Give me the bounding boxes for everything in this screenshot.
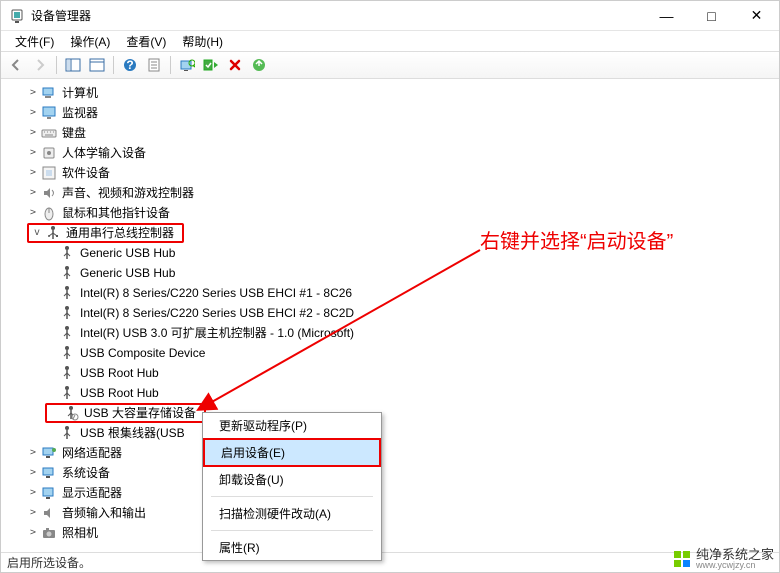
camera-icon [41,525,57,541]
usb-icon [59,345,75,361]
window-title: 设备管理器 [31,7,644,24]
watermark-url: www.ycwjzy.cn [696,561,774,570]
minimize-button[interactable]: — [644,1,689,30]
expander-icon[interactable]: v [31,223,43,243]
usb-icon [59,425,75,441]
tree-item-label[interactable]: 系统设备 [60,463,112,483]
usb-icon [59,245,75,261]
device-manager-icon [9,8,25,24]
expander-icon[interactable]: > [27,523,39,543]
usb-icon [59,385,75,401]
expander-icon[interactable]: > [27,183,39,203]
tree-item-label[interactable]: 鼠标和其他指针设备 [60,203,172,223]
menu-file[interactable]: 文件(F) [7,31,62,52]
usb-icon [59,285,75,301]
tree-item-label[interactable]: USB Root Hub [78,363,161,383]
tree-item-label[interactable]: USB 根集线器(USB [78,423,187,443]
expander-icon[interactable]: > [27,483,39,503]
ctx-separator [211,496,373,497]
sound-icon [41,185,57,201]
ctx-enable-device[interactable]: 启用设备(E) [203,438,381,467]
titlebar: 设备管理器 — □ ✕ [1,1,779,31]
tree-item-label[interactable]: 音频输入和输出 [60,503,148,523]
expander-icon[interactable]: > [27,103,39,123]
tree-item-label[interactable]: 照相机 [60,523,100,543]
expander-icon[interactable]: > [27,163,39,183]
tree-item-label[interactable]: USB Composite Device [78,343,207,363]
tree-item-label[interactable]: Intel(R) 8 Series/C220 Series USB EHCI #… [78,303,356,323]
keyboard-icon [41,125,57,141]
expander-icon[interactable]: > [27,123,39,143]
hid-icon [41,145,57,161]
system-device-icon [41,465,57,481]
properties-button[interactable] [143,54,165,76]
expander-icon[interactable]: > [27,463,39,483]
monitor-icon [41,105,57,121]
usb-storage-icon [63,405,79,421]
scan-hardware-button[interactable] [176,54,198,76]
close-button[interactable]: ✕ [734,1,779,30]
back-button[interactable] [5,54,27,76]
tree-item-label[interactable]: 人体学输入设备 [60,143,148,163]
audio-io-icon [41,505,57,521]
menu-help[interactable]: 帮助(H) [174,31,231,52]
tree-item-label[interactable]: 网络适配器 [60,443,124,463]
expander-icon[interactable]: > [27,203,39,223]
update-driver-button[interactable] [248,54,270,76]
usb-icon [59,365,75,381]
expander-icon[interactable]: > [27,143,39,163]
usb-icon [59,265,75,281]
statusbar-text: 启用所选设备。 [7,554,91,571]
tree-item-label[interactable]: Generic USB Hub [78,263,177,283]
usb-icon [59,325,75,341]
device-tree[interactable]: > 计算机 > 监视器 > 键盘 > 人体学输入设备 > 软件设备 > 声音、视频和游戏控制… [1,79,779,552]
mouse-icon [41,205,57,221]
usb-controller-icon [45,225,61,241]
usb-icon [59,305,75,321]
enable-button[interactable] [200,54,222,76]
tree-item-label[interactable]: 软件设备 [60,163,112,183]
show-hide-tree-button[interactable] [62,54,84,76]
menubar: 文件(F) 操作(A) 查看(V) 帮助(H) [1,31,779,51]
ctx-scan-hardware[interactable]: 扫描检测硬件改动(A) [203,501,381,526]
expander-icon[interactable]: > [27,83,39,103]
tree-item-label[interactable]: 键盘 [60,123,88,143]
tree-item-label[interactable]: 声音、视频和游戏控制器 [60,183,196,203]
tree-item-label[interactable]: 监视器 [60,103,100,123]
software-device-icon [41,165,57,181]
tree-item-label[interactable]: USB 大容量存储设备 [82,403,198,423]
tree-item-label[interactable]: Intel(R) USB 3.0 可扩展主机控制器 - 1.0 (Microso… [78,323,356,343]
tree-item-label[interactable]: 通用串行总线控制器 [64,223,176,243]
watermark-logo-icon [672,549,692,569]
svg-text:?: ? [126,58,133,72]
menu-action[interactable]: 操作(A) [62,31,118,52]
expander-icon[interactable]: > [27,443,39,463]
watermark: 纯净系统之家 www.ycwjzy.cn [672,548,774,570]
tree-item-label[interactable]: Intel(R) 8 Series/C220 Series USB EHCI #… [78,283,354,303]
show-pane-button[interactable] [86,54,108,76]
help-button[interactable]: ? [119,54,141,76]
tree-item-label[interactable]: Generic USB Hub [78,243,177,263]
ctx-separator [211,530,373,531]
maximize-button[interactable]: □ [689,1,734,30]
computer-icon [41,85,57,101]
disable-button[interactable] [224,54,246,76]
display-adapter-icon [41,485,57,501]
ctx-update-driver[interactable]: 更新驱动程序(P) [203,413,381,438]
tree-item-label[interactable]: 计算机 [60,83,100,103]
context-menu: 更新驱动程序(P) 启用设备(E) 卸载设备(U) 扫描检测硬件改动(A) 属性… [202,412,382,561]
network-icon [41,445,57,461]
statusbar: 启用所选设备。 [1,552,779,572]
toolbar: ? [1,51,779,79]
menu-view[interactable]: 查看(V) [118,31,174,52]
tree-item-label[interactable]: 显示适配器 [60,483,124,503]
tree-item-label[interactable]: USB Root Hub [78,383,161,403]
expander-icon[interactable]: > [27,503,39,523]
forward-button[interactable] [29,54,51,76]
ctx-properties[interactable]: 属性(R) [203,535,381,560]
ctx-uninstall-device[interactable]: 卸载设备(U) [203,467,381,492]
